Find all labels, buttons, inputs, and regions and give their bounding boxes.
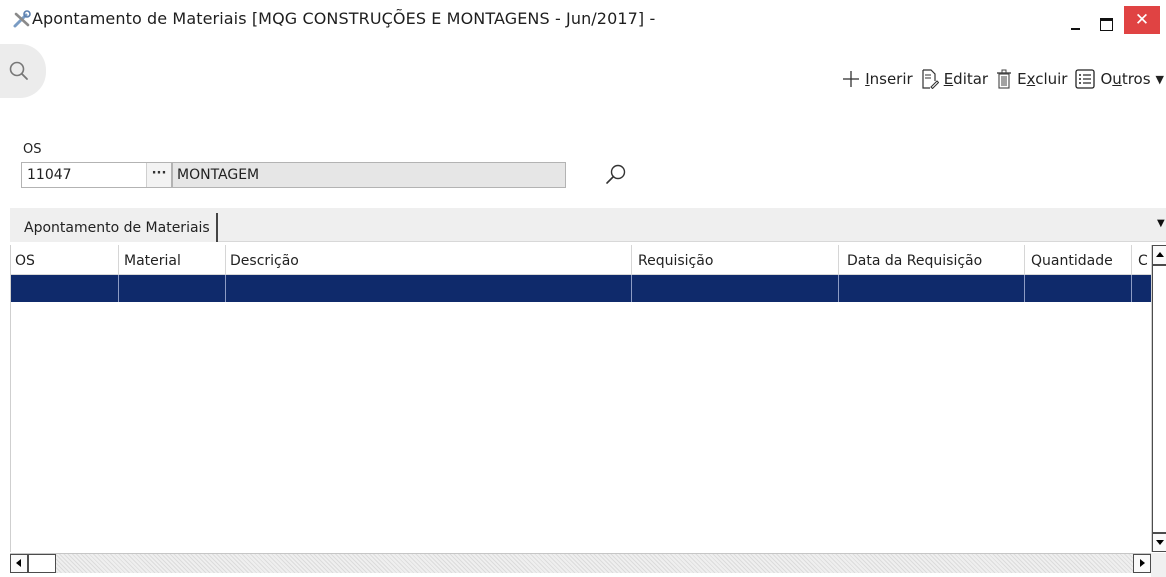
vertical-scroll-thumb[interactable] xyxy=(1152,265,1166,533)
os-label: OS xyxy=(23,142,42,157)
trash-icon xyxy=(997,69,1012,89)
vertical-scrollbar[interactable] xyxy=(1151,245,1166,552)
scrollbar-corner xyxy=(1151,553,1166,577)
tools-icon xyxy=(13,10,31,28)
os-description-field: MONTAGEM xyxy=(172,162,566,188)
scroll-left-button[interactable] xyxy=(10,554,28,573)
excluir-button[interactable]: Excluir xyxy=(996,69,1067,89)
maximize-button[interactable] xyxy=(1092,6,1120,34)
column-header-requisicao[interactable]: Requisição xyxy=(632,245,839,275)
list-icon xyxy=(1075,69,1096,89)
scroll-up-button[interactable] xyxy=(1152,245,1166,265)
horizontal-scroll-thumb[interactable] xyxy=(28,554,56,573)
column-header-data-da-requisicao[interactable]: Data da Requisição xyxy=(839,245,1025,275)
close-button[interactable]: ✕ xyxy=(1124,6,1160,34)
column-header-quantidade[interactable]: Quantidade xyxy=(1025,245,1132,275)
scroll-right-button[interactable] xyxy=(1133,554,1151,573)
table-cell[interactable] xyxy=(226,275,632,302)
window-title: Apontamento de Materiais [MQG CONSTRUÇÕE… xyxy=(32,9,656,28)
minimize-button[interactable] xyxy=(1062,6,1090,34)
outros-button[interactable]: Outros ▼ xyxy=(1075,69,1166,89)
chevron-down-icon: ▼ xyxy=(1155,72,1164,86)
materials-grid: OS Material Descrição Requisição Data da… xyxy=(10,245,1156,552)
grid-header: OS Material Descrição Requisição Data da… xyxy=(11,245,1156,275)
chevron-down-icon[interactable]: ▼ xyxy=(1157,218,1165,229)
table-cell[interactable] xyxy=(119,275,226,302)
column-header-truncated[interactable]: C xyxy=(1132,245,1152,275)
column-header-descricao[interactable]: Descrição xyxy=(226,245,632,275)
plus-icon xyxy=(843,71,860,87)
search-icon xyxy=(9,61,28,80)
table-cell[interactable] xyxy=(1025,275,1132,302)
search-panel-button[interactable] xyxy=(0,44,46,98)
tab-apontamento-de-materiais[interactable]: Apontamento de Materiais xyxy=(10,213,218,242)
column-header-os[interactable]: OS xyxy=(11,245,119,275)
table-cell[interactable] xyxy=(839,275,1025,302)
edit-document-icon xyxy=(922,69,939,89)
horizontal-scrollbar[interactable] xyxy=(10,553,1151,573)
table-cell[interactable] xyxy=(11,275,119,302)
search-icon[interactable] xyxy=(604,163,628,187)
editar-button[interactable]: Editar xyxy=(921,69,988,89)
inserir-button[interactable]: Inserir xyxy=(842,70,913,88)
table-cell[interactable] xyxy=(632,275,839,302)
column-header-material[interactable]: Material xyxy=(119,245,226,275)
table-row-selected[interactable] xyxy=(11,275,1156,302)
title-bar: Apontamento de Materiais [MQG CONSTRUÇÕE… xyxy=(0,0,1166,37)
action-toolbar: Inserir Editar Excluir Outros ▼ xyxy=(834,66,1166,92)
os-lookup-button[interactable]: ··· xyxy=(146,163,171,187)
scroll-down-button[interactable] xyxy=(1152,533,1166,552)
